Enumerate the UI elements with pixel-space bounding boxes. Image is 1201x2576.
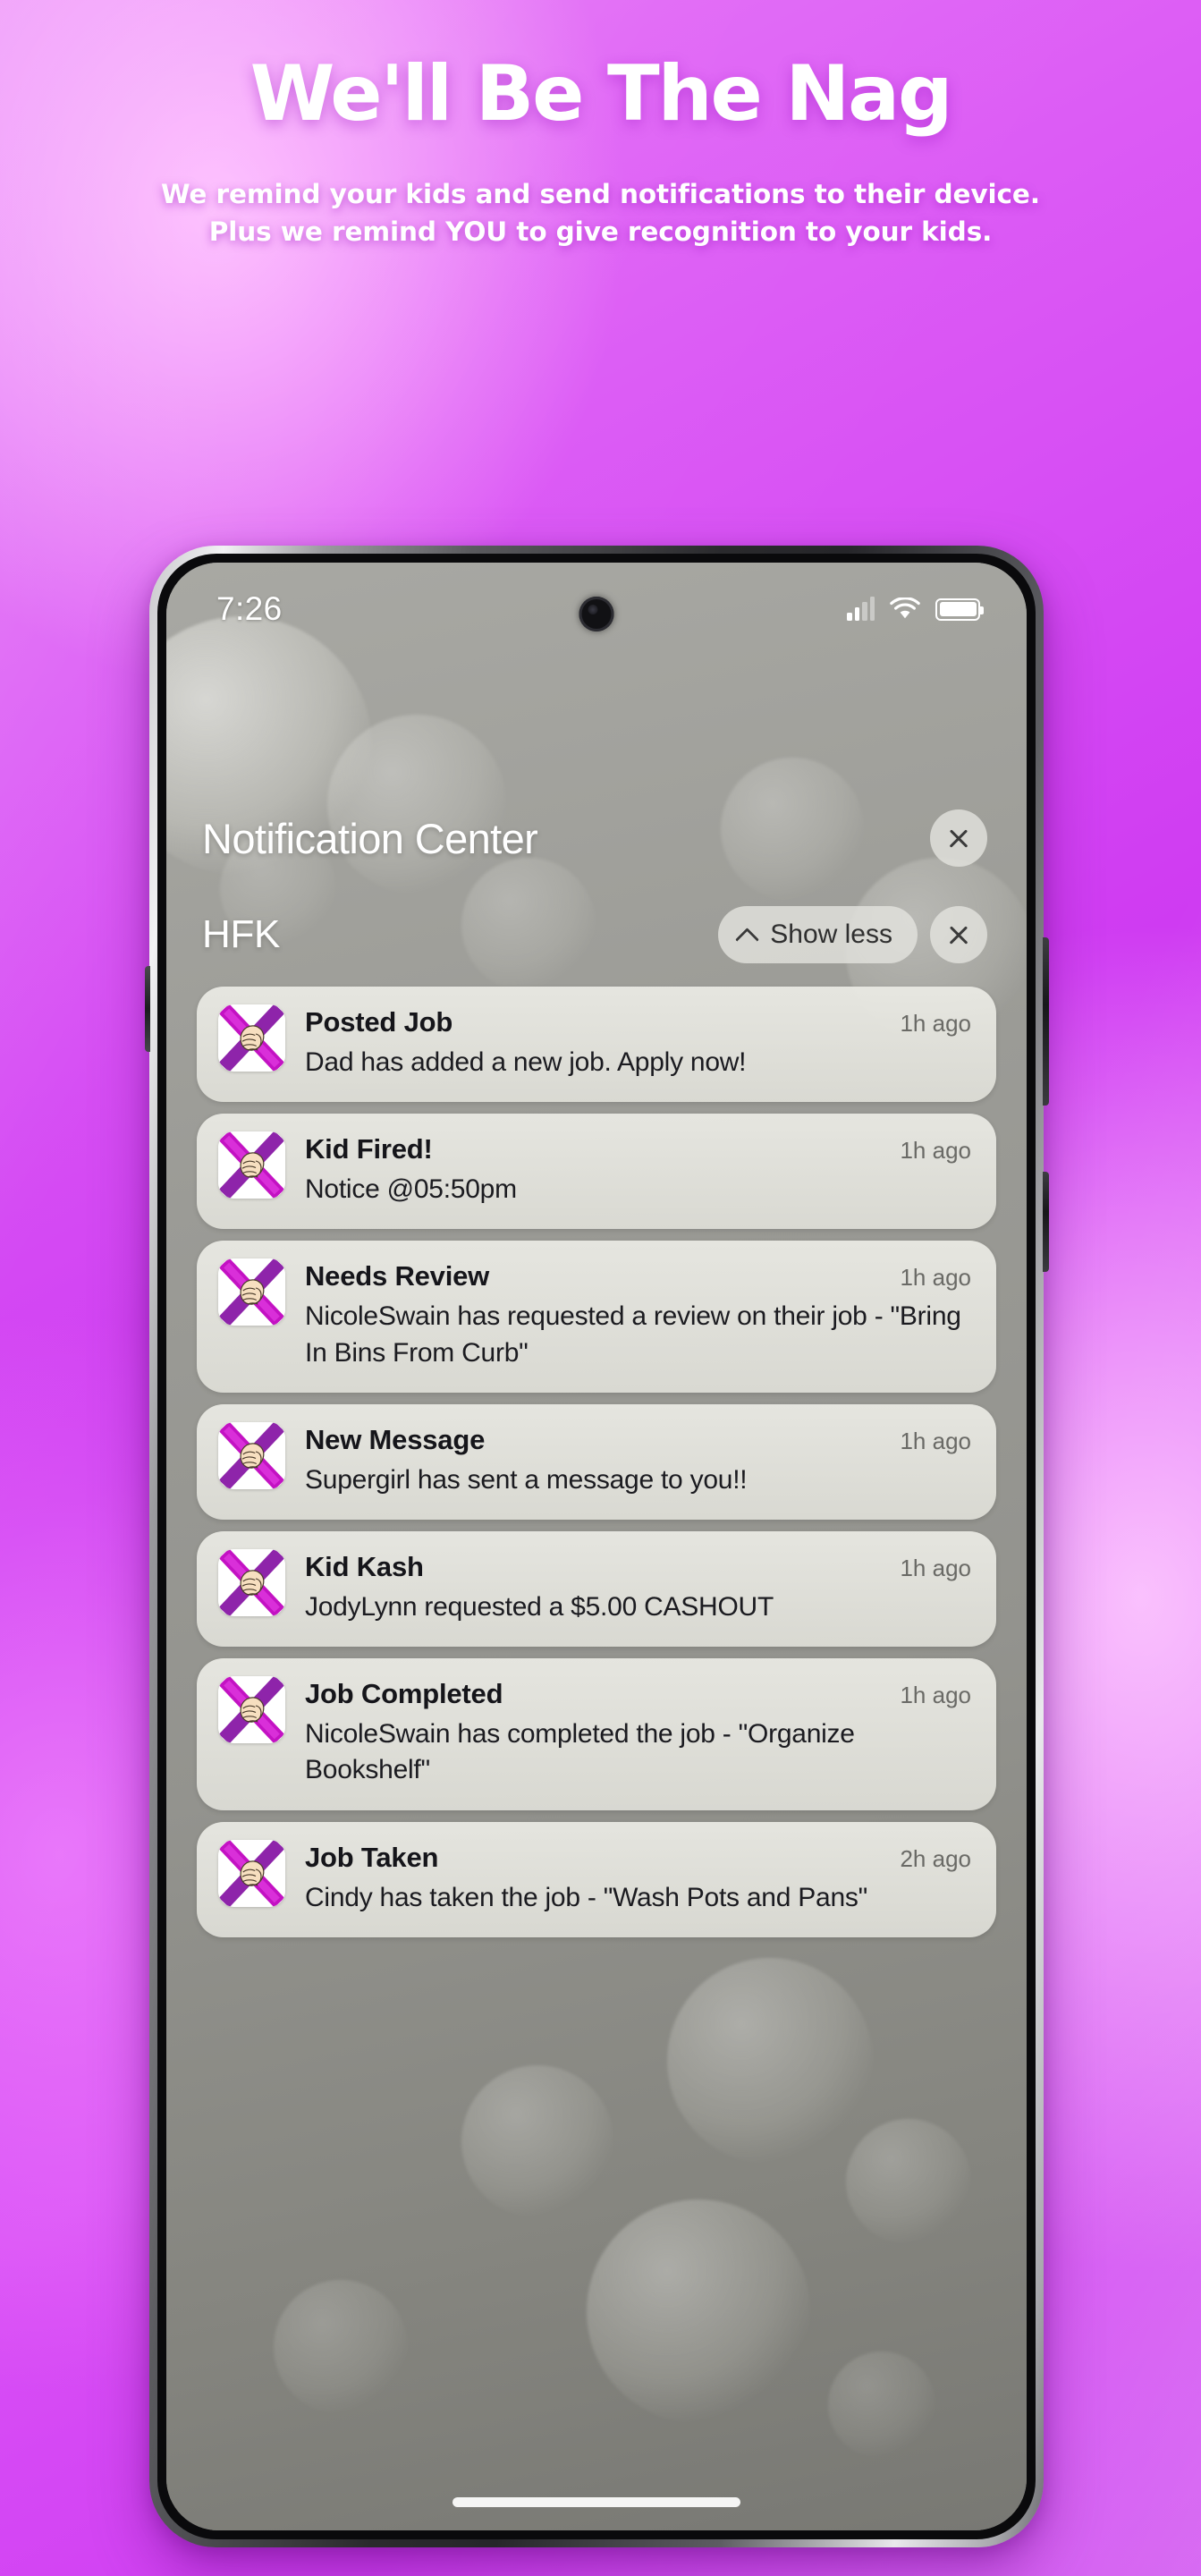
notification-title: Posted Job (305, 1006, 453, 1038)
notification-text: Notice @05:50pm (305, 1174, 517, 1205)
notification-item[interactable]: Needs Review 1h ago NicoleSwain has reques… (197, 1241, 996, 1393)
notification-top-row: Kid Kash 1h ago (305, 1551, 971, 1583)
notification-body: Needs Review 1h ago NicoleSwain has reques… (305, 1258, 971, 1370)
phone-screen: 7:26 Notification Center HFK Show less P… (166, 563, 1027, 2530)
wifi-icon (890, 597, 920, 621)
notification-body: Kid Fired! 1h ago Notice @05:50pm (305, 1131, 971, 1208)
cellular-signal-icon (847, 597, 875, 621)
notification-center: Notification Center HFK Show less Posted… (166, 795, 1027, 2530)
notification-top-row: Kid Fired! 1h ago (305, 1133, 971, 1165)
phone-left-button[interactable] (145, 966, 150, 1052)
notification-top-row: Posted Job 1h ago (305, 1006, 971, 1038)
notification-timestamp: 1h ago (900, 1137, 971, 1165)
notification-timestamp: 1h ago (900, 1554, 971, 1581)
notification-body: New Message 1h ago Supergirl has sent a me… (305, 1422, 971, 1498)
show-less-button[interactable]: Show less (718, 906, 918, 963)
phone-volume-button[interactable] (1043, 937, 1049, 1106)
page-title: We'll Be The Nag (250, 49, 953, 139)
notification-title: Needs Review (305, 1260, 490, 1292)
notification-body: Job Taken 2h ago Cindy has taken the job -… (305, 1840, 971, 1916)
notification-timestamp: 1h ago (900, 1010, 971, 1037)
notification-title: Kid Kash (305, 1550, 424, 1582)
page-subtitle: We remind your kids and send notificatio… (161, 179, 1040, 248)
notification-title: Job Taken (305, 1841, 439, 1873)
notification-group-header: HFK Show less (166, 894, 1027, 976)
hfk-app-icon (218, 1548, 285, 1616)
close-icon (947, 826, 970, 850)
show-less-label: Show less (770, 919, 892, 949)
close-icon (947, 923, 970, 946)
front-camera-punch-hole-icon (579, 597, 614, 631)
status-time: 7:26 (216, 590, 283, 627)
notification-item[interactable]: Kid Fired! 1h ago Notice @05:50pm (197, 1114, 996, 1230)
notification-center-header: Notification Center (166, 795, 1027, 881)
hfk-app-icon (218, 1131, 285, 1199)
notification-group-actions: Show less (718, 906, 987, 963)
notification-top-row: Needs Review 1h ago (305, 1260, 971, 1292)
hfk-app-icon (218, 1004, 285, 1072)
notification-text: JodyLynn requested a $5.00 CASHOUT (305, 1591, 774, 1622)
hfk-app-icon (218, 1258, 285, 1326)
notification-timestamp: 1h ago (900, 1264, 971, 1292)
chevron-up-icon (736, 925, 757, 945)
notification-timestamp: 1h ago (900, 1427, 971, 1454)
notification-item[interactable]: Job Taken 2h ago Cindy has taken the job -… (197, 1821, 996, 1937)
notification-top-row: New Message 1h ago (305, 1424, 971, 1456)
notification-body: Job Completed 1h ago NicoleSwain has compl… (305, 1676, 971, 1788)
notification-title: Job Completed (305, 1678, 503, 1710)
notification-text: Dad has added a new job. Apply now! (305, 1047, 747, 1077)
notification-text: Cindy has taken the job - "Wash Pots and… (305, 1882, 868, 1912)
notification-body: Kid Kash 1h ago JodyLynn requested a $5.00… (305, 1549, 971, 1625)
notification-top-row: Job Completed 1h ago (305, 1678, 971, 1710)
notification-text: Supergirl has sent a message to you!! (305, 1464, 748, 1495)
notification-timestamp: 2h ago (900, 1844, 971, 1872)
notification-center-title: Notification Center (202, 814, 538, 862)
notification-top-row: Job Taken 2h ago (305, 1842, 971, 1874)
hfk-app-icon (218, 1421, 285, 1489)
hfk-app-icon (218, 1676, 285, 1744)
notification-title: New Message (305, 1423, 486, 1455)
notification-text: NicoleSwain has completed the job - "Org… (305, 1719, 855, 1785)
notification-group-name: HFK (202, 912, 281, 956)
notification-item[interactable]: Posted Job 1h ago Dad has added a new job.… (197, 987, 996, 1103)
notification-timestamp: 1h ago (900, 1682, 971, 1709)
notification-body: Posted Job 1h ago Dad has added a new job.… (305, 1004, 971, 1080)
notification-group-close-button[interactable] (930, 906, 987, 963)
hfk-app-icon (218, 1839, 285, 1907)
hero-section: We'll Be The Nag We remind your kids and… (0, 49, 1201, 251)
phone-power-button[interactable] (1043, 1172, 1049, 1272)
phone-mockup: 7:26 Notification Center HFK Show less P… (145, 546, 1049, 2547)
notification-center-close-button[interactable] (930, 809, 987, 867)
status-icons (847, 597, 984, 621)
notification-item[interactable]: Kid Kash 1h ago JodyLynn requested a $5.00… (197, 1530, 996, 1648)
home-indicator[interactable] (452, 2497, 740, 2507)
notification-text: NicoleSwain has requested a review on th… (305, 1301, 961, 1368)
notification-list[interactable]: Posted Job 1h ago Dad has added a new job.… (166, 987, 1027, 1937)
battery-full-icon (935, 597, 984, 621)
notification-item[interactable]: New Message 1h ago Supergirl has sent a me… (197, 1403, 996, 1520)
notification-item[interactable]: Job Completed 1h ago NicoleSwain has compl… (197, 1658, 996, 1810)
notification-title: Kid Fired! (305, 1133, 433, 1165)
